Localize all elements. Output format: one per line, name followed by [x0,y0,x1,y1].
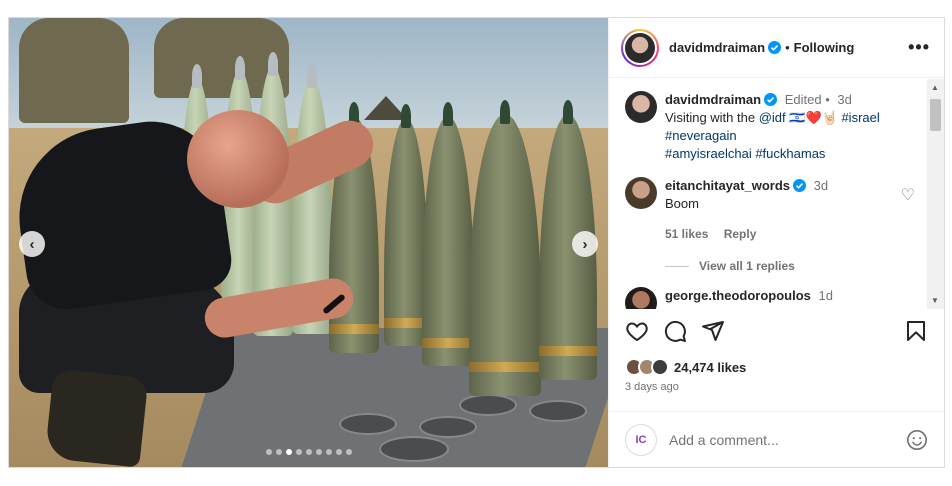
comment-avatar[interactable] [625,177,657,209]
verified-badge-icon [793,179,806,192]
view-replies-label: View all 1 replies [699,259,795,273]
post-actions [625,319,928,343]
comment-time[interactable]: 3d [814,178,828,193]
replies-divider [665,265,689,267]
hashtag-link[interactable]: #fuckhamas [755,146,825,161]
heart-icon[interactable]: ♡ [901,185,915,243]
emoji-icon[interactable] [906,429,928,451]
comment-item: eitanchitayat_words 3d Boom 51 likes Rep… [609,163,927,243]
caption-text: Visiting with the [665,110,759,125]
comment-meta: 51 likes Reply [665,225,893,243]
comments-list[interactable]: davidmdraiman Edited • 3d Visiting with … [609,79,927,309]
story-ring[interactable] [621,28,659,67]
separator-dot: • [785,40,790,55]
caption-avatar[interactable] [625,91,657,123]
hashtag-link[interactable]: #israel [841,110,879,125]
scroll-up-icon[interactable]: ▲ [931,83,939,92]
post-date[interactable]: 3 days ago [625,381,679,393]
carousel-dot [276,449,282,455]
carousel-dot [346,449,352,455]
share-icon[interactable] [701,319,725,343]
hashtag-link[interactable]: #neveragain [665,128,737,143]
heart-icon[interactable] [625,319,649,343]
comment-username[interactable]: george.theodoropoulos [665,288,811,303]
likes-summary: 24,474 likes [625,358,746,376]
comment-composer: IC [609,411,944,467]
comment-input[interactable] [669,431,906,448]
pallet-hole [339,413,397,435]
author-avatar[interactable] [625,32,655,63]
chevron-right-icon: › [582,235,588,253]
hashtag-link[interactable]: #amyisraelchai [665,146,752,161]
author-username[interactable]: davidmdraiman [669,40,765,55]
following-button[interactable]: Following [794,40,855,55]
post-sidebar: davidmdraiman • Following ••• davidmdrai… [608,18,944,467]
bookmark-icon[interactable] [904,319,928,343]
photo-person-head [187,110,289,208]
separator-dot: • [825,92,830,107]
caption-username[interactable]: davidmdraiman [665,92,761,107]
photo-person-boot [44,368,149,467]
carousel-dot [336,449,342,455]
comments-scrollbar[interactable]: ▲ ▼ [927,79,944,309]
carousel-dot [326,449,332,455]
carousel-indicator [266,449,352,455]
pallet-hole [529,400,587,422]
carousel-next-button[interactable]: › [572,231,598,257]
scroll-down-icon[interactable]: ▼ [931,296,939,305]
comment-avatar[interactable] [625,287,657,309]
carousel-dot [306,449,312,455]
edited-label: Edited [784,92,822,107]
caption-emojis: ❤️🤘🏻 [805,110,838,125]
chevron-left-icon: ‹ [29,235,35,253]
comment-item: george.theodoropoulos 1d [609,273,927,309]
pallet-hole [459,394,517,416]
verified-badge-icon [764,93,778,106]
comment-username[interactable]: eitanchitayat_words [665,178,790,193]
photo-soldier-left [19,18,129,123]
post-header: davidmdraiman • Following ••• [609,18,944,78]
flag-emoji: 🇮🇱 [789,110,806,125]
more-icon[interactable]: ••• [908,37,930,58]
comment-icon[interactable] [663,319,687,343]
post-media[interactable]: ‹ › [9,18,608,467]
carousel-prev-button[interactable]: ‹ [19,231,45,257]
post-dialog: ‹ › davidmdraiman • Following ••• davidm… [8,17,945,468]
comment-likes[interactable]: 51 likes [665,227,708,241]
carousel-dot [296,449,302,455]
liker-avatar[interactable] [651,358,669,376]
pallet-hole [379,436,449,462]
verified-badge-icon [768,41,782,54]
carousel-dot [266,449,272,455]
likes-count[interactable]: 24,474 likes [674,360,746,375]
mention-link[interactable]: @idf [759,110,786,125]
carousel-dot [316,449,322,455]
reply-button[interactable]: Reply [724,227,757,241]
caption-time[interactable]: 3d [837,92,851,107]
comment-text: Boom [665,196,699,211]
caption: davidmdraiman Edited • 3d Visiting with … [609,79,927,163]
current-user-avatar: IC [625,423,657,456]
view-replies-button[interactable]: View all 1 replies [665,259,927,273]
scrollbar-thumb[interactable] [930,99,941,131]
pallet-hole [419,416,477,438]
comment-time[interactable]: 1d [819,288,833,303]
carousel-dot [286,449,292,455]
